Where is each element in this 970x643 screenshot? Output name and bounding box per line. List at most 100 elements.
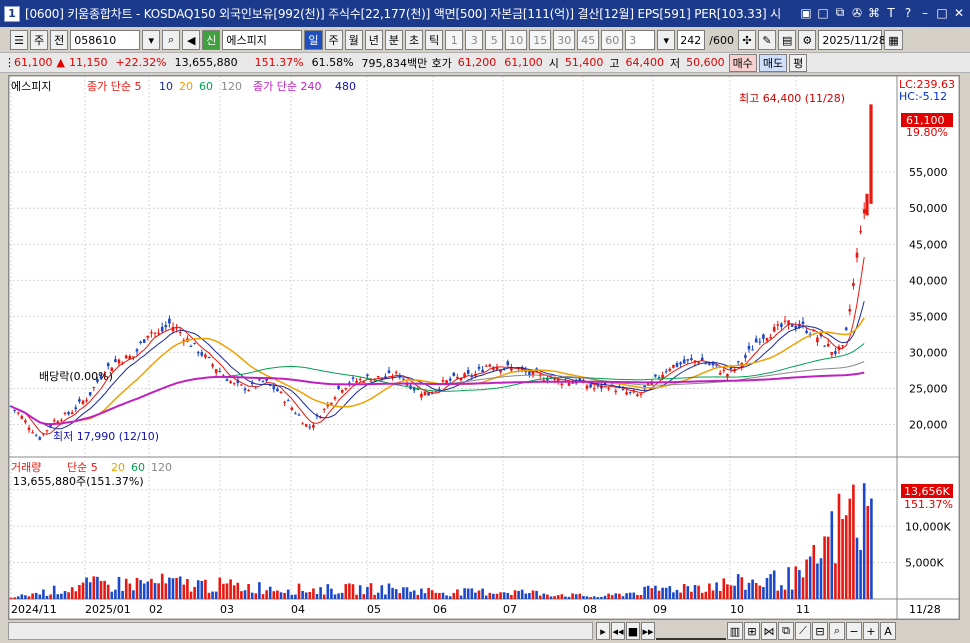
interval-3[interactable]: 3 (465, 30, 484, 50)
volume-bar (63, 591, 67, 599)
volume-bar (348, 583, 351, 599)
candle-body (859, 230, 862, 233)
period-month[interactable]: 월 (344, 30, 363, 50)
interval-dropdown-icon[interactable]: ▾ (657, 30, 676, 50)
expand-icon[interactable]: ⋮ (0, 56, 15, 69)
compare-icon[interactable]: ⧉ (778, 622, 794, 640)
date-input[interactable]: 2025/11/28 (818, 30, 886, 50)
candle-body (664, 371, 668, 373)
save-icon[interactable]: ▤ (777, 30, 797, 50)
chart-area[interactable]: 55,000 50,000 45,000 40,000 35,000 30,000 25,0… (8, 75, 960, 620)
period-buttons: 일 주 월 년 분 초 틱 (304, 30, 444, 50)
interval-5[interactable]: 5 (485, 30, 504, 50)
maximize-icon[interactable]: □ (935, 5, 949, 20)
drawing-icon[interactable]: ⟋ (795, 622, 811, 640)
period-second[interactable]: 초 (405, 30, 424, 50)
copy-icon[interactable]: ⧉ (833, 5, 847, 20)
volume-bar (423, 593, 427, 599)
stop-icon[interactable]: ■ (626, 622, 640, 640)
sound-icon[interactable]: ◀ (182, 30, 201, 50)
code-input[interactable]: 058610 (70, 30, 141, 50)
minimize-icon[interactable]: – (918, 5, 932, 20)
period-week[interactable]: 주 (324, 30, 343, 50)
calendar-icon[interactable]: ▦ (884, 30, 903, 50)
volume-bar (862, 483, 866, 599)
turnover-rate: 61.58% (311, 56, 354, 69)
period-minute[interactable]: 분 (384, 30, 403, 50)
zoom-in-icon[interactable]: ⌕ (829, 622, 845, 640)
interval-10[interactable]: 10 (505, 30, 528, 50)
shrink-icon[interactable]: ⊟ (812, 622, 828, 640)
candle-body (869, 104, 873, 204)
interval-input[interactable]: 3 (625, 30, 656, 50)
period-year[interactable]: 년 (364, 30, 383, 50)
volume-bar (686, 586, 690, 599)
volume-bar (211, 591, 214, 599)
candle-body (776, 324, 780, 326)
minus-icon[interactable]: − (846, 622, 862, 640)
time-tick-label: 06 (433, 603, 447, 616)
help-icon[interactable]: ? (901, 5, 915, 20)
scroll-right-icon[interactable]: ▸ (596, 622, 610, 640)
mode-button[interactable]: 주 (30, 30, 49, 50)
interval-30[interactable]: 30 (553, 30, 576, 50)
interval-45[interactable]: 45 (577, 30, 600, 50)
sell-button[interactable]: 매도 (758, 53, 788, 72)
link-icon[interactable]: ⌘ (867, 5, 881, 20)
volume-bar (13, 597, 16, 599)
restore-icon[interactable]: ▣ (799, 5, 813, 20)
volume-bar (416, 594, 420, 599)
stock-name-field[interactable]: 에스피지 (222, 30, 303, 50)
forward-icon[interactable]: ▸▸ (641, 622, 655, 640)
interval-60[interactable]: 60 (601, 30, 624, 50)
candle-body (560, 383, 564, 386)
candle-body (304, 424, 308, 427)
period-tick[interactable]: 틱 (425, 30, 444, 50)
search-icon[interactable]: ⌕ (162, 30, 181, 50)
indicator-icon[interactable]: ⋈ (761, 622, 777, 640)
volume-bar (448, 596, 452, 599)
volume-bar (229, 579, 232, 599)
horizontal-scrollbar[interactable] (8, 622, 593, 640)
menu-icon[interactable]: ☰ (10, 30, 28, 50)
candle-body (24, 420, 27, 423)
close-icon[interactable]: ✕ (952, 5, 966, 20)
text-size-icon[interactable]: A (880, 622, 896, 640)
prev-button[interactable]: 전 (50, 30, 69, 50)
chart-type-icon[interactable]: ▥ (727, 622, 743, 640)
tool-icon[interactable]: ✣ (737, 30, 756, 50)
volume-bar (560, 594, 564, 599)
candle-body (376, 375, 380, 378)
volume-bar (160, 573, 164, 599)
draw-icon[interactable]: ✎ (757, 30, 776, 50)
zoom-slider[interactable] (656, 622, 726, 640)
count-input[interactable]: 242 (677, 30, 706, 50)
volume-bar (60, 593, 63, 599)
volume-bar (697, 585, 700, 599)
volume-bar (499, 592, 502, 599)
candle-body (816, 337, 819, 343)
ma20-line (10, 317, 865, 425)
candle-body (452, 372, 456, 376)
volume-bar (135, 577, 139, 599)
flat-button[interactable]: 평 (789, 53, 808, 72)
period-day[interactable]: 일 (304, 30, 323, 50)
candle-body (801, 321, 805, 324)
layout-icon[interactable]: ⊞ (744, 622, 760, 640)
price-chart[interactable]: 55,000 50,000 45,000 40,000 35,000 30,000 25,0… (8, 75, 960, 620)
candle-body (178, 332, 182, 334)
dropdown-icon[interactable]: ▾ (142, 30, 161, 50)
candle-body (193, 342, 196, 344)
pin-icon[interactable]: ✇ (850, 5, 864, 20)
plus-icon[interactable]: + (863, 622, 879, 640)
interval-15[interactable]: 15 (529, 30, 552, 50)
candle-body (862, 209, 866, 214)
interval-1[interactable]: 1 (445, 30, 464, 50)
buy-button[interactable]: 매수 (728, 53, 757, 72)
text-icon[interactable]: T (884, 5, 898, 20)
candle-body (668, 368, 672, 371)
rewind-icon[interactable]: ◂◂ (611, 622, 625, 640)
settings-icon[interactable]: ⚙ (798, 30, 817, 50)
volume-bar (420, 588, 423, 599)
screen-icon[interactable]: □ (816, 5, 830, 20)
